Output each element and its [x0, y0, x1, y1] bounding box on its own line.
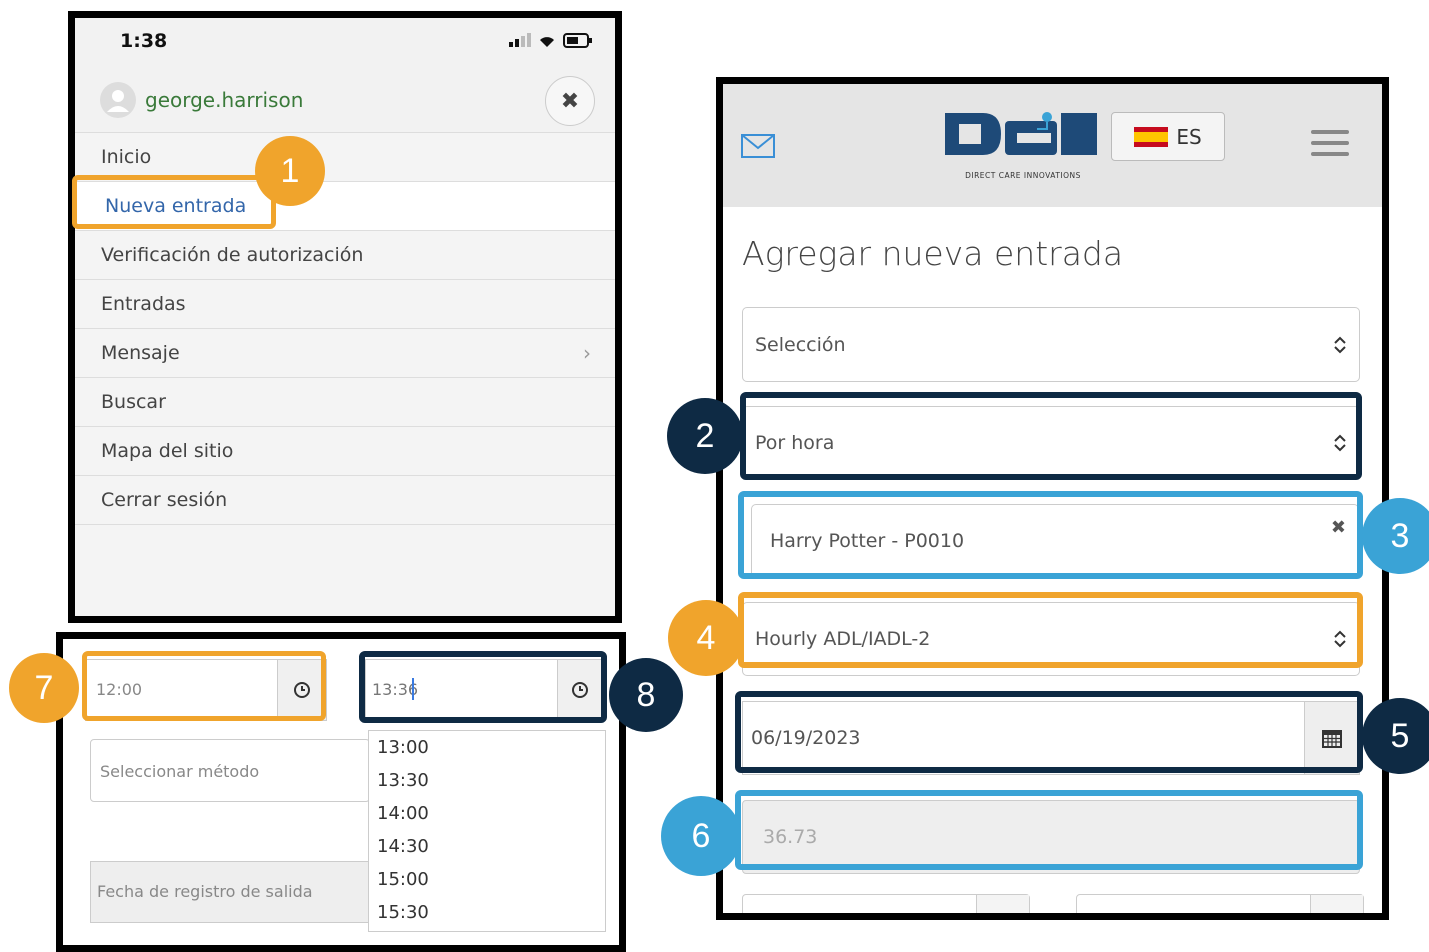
- language-button[interactable]: ES: [1111, 112, 1225, 161]
- calendar-icon: [1322, 730, 1342, 748]
- start-time-value: 12:00: [96, 680, 143, 699]
- username[interactable]: george.harrison: [145, 88, 303, 112]
- clear-icon[interactable]: ✖: [1331, 517, 1346, 538]
- logo-subtitle: DIRECT CARE INNOVATIONS: [965, 171, 1081, 180]
- start-time-addon[interactable]: [976, 895, 1029, 913]
- step-badge-3: 3: [1362, 498, 1429, 574]
- clock-icon: [294, 682, 310, 698]
- time-entry-screenshot: 12:00 13:36 Seleccionar método Fecha de …: [56, 632, 626, 952]
- page-title: Agregar nueva entrada: [742, 234, 1124, 273]
- date-value: 06/19/2023: [751, 727, 861, 749]
- status-time: 1:38: [120, 30, 168, 52]
- spain-flag-icon: [1134, 126, 1169, 147]
- step-badge-4: 4: [668, 600, 744, 676]
- time-option[interactable]: 13:30: [369, 764, 605, 797]
- step-badge-5: 5: [1362, 698, 1429, 774]
- entry-type-value: Por hora: [755, 432, 835, 454]
- selection-select[interactable]: Selección: [742, 307, 1360, 382]
- end-time-clock-button[interactable]: [557, 660, 602, 720]
- time-option[interactable]: 15:30: [369, 896, 605, 929]
- updown-chevron-icon: [1334, 434, 1346, 452]
- time-option[interactable]: 13:00: [369, 731, 605, 764]
- menu-item-entradas[interactable]: Entradas: [75, 280, 615, 329]
- clock-icon: [572, 682, 588, 698]
- method-placeholder: Seleccionar método: [100, 762, 260, 781]
- menu-item-inicio[interactable]: Inicio: [75, 133, 615, 182]
- text-cursor: [412, 678, 414, 700]
- dci-logo-graphic: [945, 112, 1097, 155]
- status-bar: 1:38: [75, 18, 615, 68]
- step-badge-2: 2: [667, 398, 743, 474]
- time-options-dropdown: 13:00 13:30 14:00 14:30 15:00 15:30: [368, 730, 606, 932]
- battery-icon: [563, 32, 592, 48]
- end-time-field[interactable]: [1076, 894, 1364, 913]
- app-header: DIRECT CARE INNOVATIONS ES: [723, 84, 1382, 207]
- mobile-menu-screenshot: 1:38 george.harrison ✖ Inicio Nueva entr…: [68, 11, 622, 623]
- close-menu-button[interactable]: ✖: [545, 76, 595, 126]
- end-time-input[interactable]: 13:36: [365, 659, 603, 721]
- user-icon: [107, 90, 129, 112]
- updown-chevron-icon: [1334, 336, 1346, 353]
- mail-icon[interactable]: [741, 134, 775, 158]
- step-badge-8: 8: [609, 658, 683, 732]
- dci-logo: DIRECT CARE INNOVATIONS: [943, 109, 1103, 180]
- date-input[interactable]: 06/19/2023: [742, 701, 1360, 775]
- time-option[interactable]: 14:00: [369, 797, 605, 830]
- menu-item-mensaje-label: Mensaje: [101, 342, 180, 364]
- client-select[interactable]: Harry Potter - P0010 ✖: [751, 504, 1359, 578]
- updown-chevron-icon: [1334, 630, 1346, 648]
- step-badge-7: 7: [9, 653, 79, 723]
- step-badge-1: 1: [255, 136, 325, 206]
- menu-empty-area: [75, 525, 615, 616]
- step-badge-6: 6: [661, 796, 741, 876]
- menu-item-mensaje[interactable]: Mensaje ›: [75, 329, 615, 378]
- start-time-clock-button[interactable]: [277, 660, 326, 720]
- menu-item-nueva-entrada[interactable]: Nueva entrada: [75, 182, 615, 231]
- status-icons: [509, 32, 593, 48]
- entry-type-select[interactable]: Por hora: [742, 406, 1360, 480]
- units-value: 36.73: [763, 826, 818, 848]
- menu-item-verificacion[interactable]: Verificación de autorización: [75, 231, 615, 280]
- checkout-date-placeholder: Fecha de registro de salida: [97, 882, 313, 901]
- client-value: Harry Potter - P0010: [770, 530, 965, 552]
- chevron-right-icon: ›: [583, 341, 591, 365]
- user-row: george.harrison ✖: [75, 68, 615, 133]
- time-option[interactable]: 14:30: [369, 830, 605, 863]
- hamburger-menu-icon[interactable]: [1311, 130, 1349, 163]
- start-time-input[interactable]: 12:00: [85, 659, 327, 721]
- menu-item-mapa[interactable]: Mapa del sitio: [75, 427, 615, 476]
- wifi-icon: [540, 37, 554, 47]
- calendar-button[interactable]: [1304, 702, 1359, 774]
- start-time-field[interactable]: [742, 894, 1030, 913]
- time-option[interactable]: 15:00: [369, 863, 605, 896]
- language-label: ES: [1176, 124, 1202, 149]
- service-value: Hourly ADL/IADL-2: [755, 628, 931, 650]
- close-icon: ✖: [560, 88, 580, 114]
- units-input: 36.73: [742, 800, 1360, 874]
- method-select[interactable]: Seleccionar método: [90, 739, 370, 802]
- service-select[interactable]: Hourly ADL/IADL-2: [742, 602, 1360, 676]
- selection-value: Selección: [755, 333, 846, 356]
- avatar: [100, 82, 136, 118]
- end-time-addon[interactable]: [1310, 895, 1363, 913]
- signal-icon: [509, 33, 531, 47]
- menu-item-buscar[interactable]: Buscar: [75, 378, 615, 427]
- new-entry-screenshot: DIRECT CARE INNOVATIONS ES Agregar nueva…: [716, 77, 1389, 920]
- menu-item-cerrar-sesion[interactable]: Cerrar sesión: [75, 476, 615, 525]
